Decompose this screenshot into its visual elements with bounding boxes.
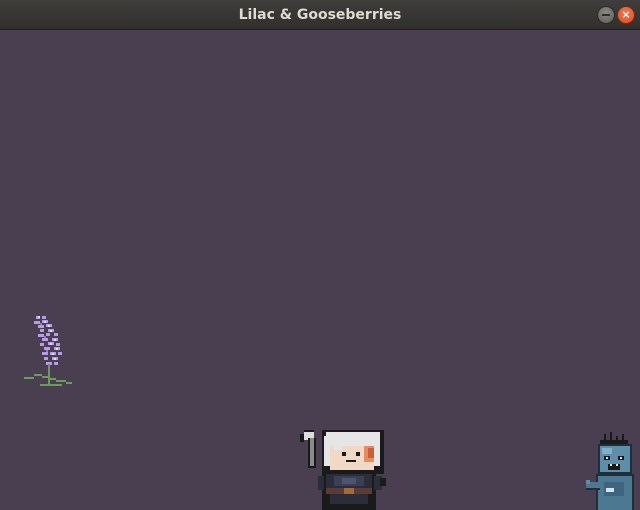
game-canvas[interactable] — [0, 30, 640, 510]
lilac-flower-svg — [24, 316, 72, 386]
player-character-svg — [300, 430, 386, 510]
lilac-flower — [22, 314, 74, 392]
minimize-button[interactable] — [597, 6, 615, 24]
game-window: Lilac & Gooseberries × — [0, 0, 640, 510]
blue-zombie-svg — [586, 432, 634, 510]
title-bar[interactable]: Lilac & Gooseberries × — [0, 0, 640, 30]
window-title: Lilac & Gooseberries — [238, 7, 402, 23]
close-button[interactable]: × — [617, 6, 635, 24]
blue-zombie[interactable] — [586, 432, 640, 510]
player-character[interactable] — [298, 426, 388, 510]
close-icon: × — [621, 8, 631, 21]
